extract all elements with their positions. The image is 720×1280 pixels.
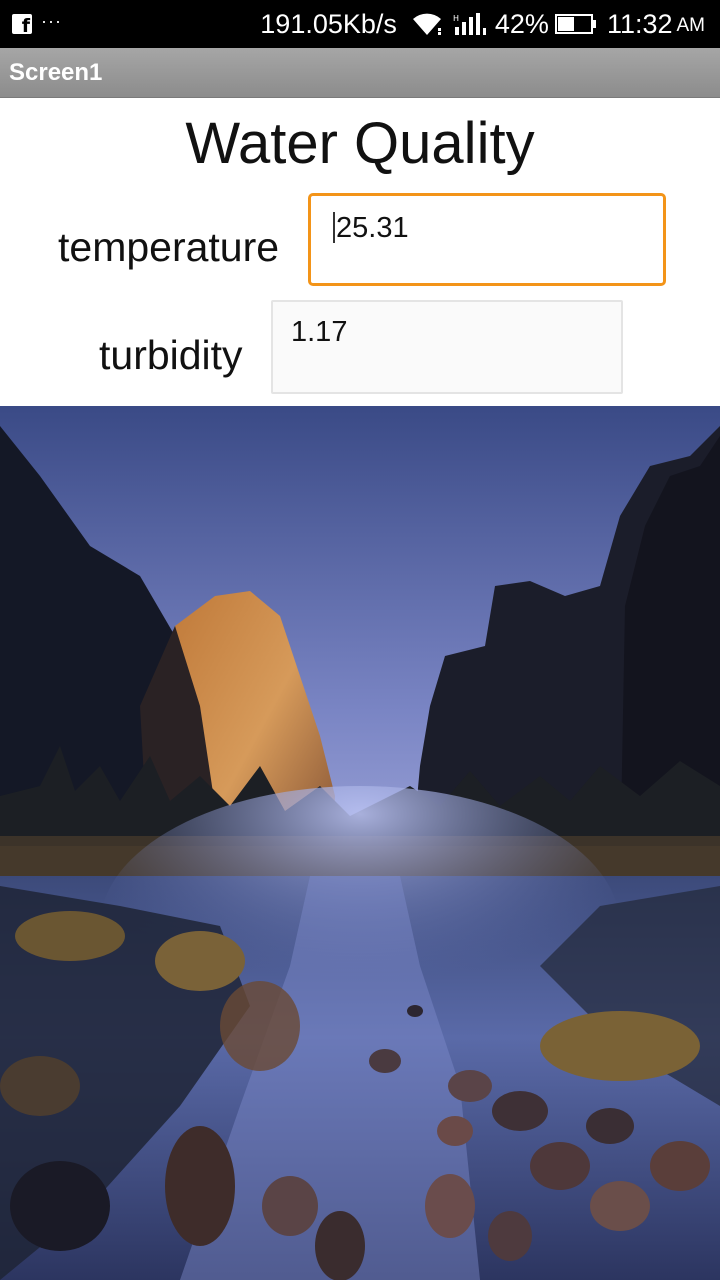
text-cursor [333, 212, 335, 243]
temperature-field[interactable]: 25.31 [308, 193, 666, 286]
battery-percent: 42% [494, 8, 549, 39]
clock-time: 11:32 [606, 8, 673, 39]
temperature-value: 25.31 [336, 212, 409, 244]
landscape-image [0, 406, 720, 1280]
turbidity-value: 1.17 [291, 316, 348, 348]
network-speed: 191.05Kb/s [260, 8, 397, 39]
battery-icon [554, 14, 596, 34]
page-title: Water Quality [185, 111, 535, 176]
clock-ampm: AM [676, 15, 706, 36]
status-bar: f ··· 191.05Kb/s H 42% 11:32 AM [0, 0, 720, 48]
facebook-icon: f [12, 14, 32, 34]
wifi-icon [412, 13, 441, 35]
turbidity-label: turbidity [99, 332, 243, 378]
screen-title: Screen1 [9, 59, 103, 86]
more-notifications-indicator: ··· [41, 10, 62, 31]
turbidity-field[interactable]: 1.17 [271, 300, 623, 394]
svg-text:H: H [453, 14, 459, 23]
temperature-label: temperature [58, 224, 280, 270]
app-title-bar: Screen1 [0, 48, 720, 98]
cellular-signal-icon: H [453, 13, 486, 35]
